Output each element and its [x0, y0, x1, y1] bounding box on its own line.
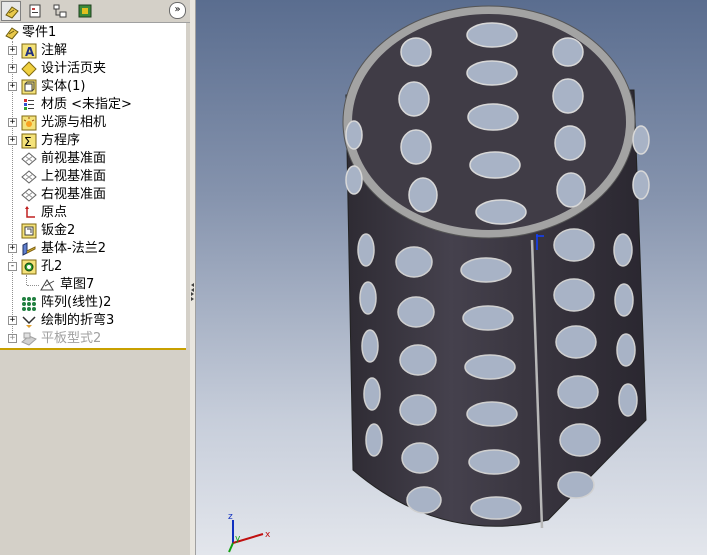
collapse-toggle[interactable]: -: [8, 262, 17, 271]
tree-item-label: 阵列(线性)2: [41, 295, 112, 310]
sketched-bend-icon: [22, 316, 36, 328]
tree-item-label: 右视基准面: [41, 187, 107, 202]
expand-toggle[interactable]: +: [8, 136, 17, 145]
tree-item-material[interactable]: 材质 <未指定>: [0, 96, 186, 114]
tree-root-label: 零件1: [22, 25, 57, 40]
expand-toggle[interactable]: +: [8, 82, 17, 91]
graphics-viewport[interactable]: z x y: [196, 0, 707, 555]
expand-toggle[interactable]: +: [8, 334, 17, 343]
lights-cameras-icon: [21, 115, 37, 131]
tree-item-label: 草图7: [60, 277, 95, 292]
hole-cut-icon: [21, 259, 37, 275]
plane-icon: [21, 188, 37, 202]
tree-item-front-plane[interactable]: 前视基准面: [0, 150, 186, 168]
plane-icon: [21, 152, 37, 166]
sketch-icon: [40, 279, 55, 291]
tree-item-label: 原点: [41, 205, 68, 220]
tree-item-label: 孔2: [41, 259, 63, 274]
plane-icon: [21, 170, 37, 184]
expand-toggle[interactable]: +: [8, 46, 17, 55]
axis-triad: z x y: [228, 512, 271, 553]
tree-item-linear-pattern[interactable]: 阵列(线性)2: [0, 294, 186, 312]
tree-item-label: 上视基准面: [41, 169, 107, 184]
tree-item-label: 注解: [41, 43, 68, 58]
expand-toggle[interactable]: +: [8, 244, 17, 253]
tree-item-equations[interactable]: + Σ 方程序: [0, 132, 186, 150]
tree-item-origin[interactable]: 原点: [0, 204, 186, 222]
design-binder-icon: [21, 61, 37, 77]
linear-pattern-icon: [22, 297, 36, 311]
equations-icon: Σ: [21, 133, 37, 149]
tree-item-sketched-bend[interactable]: + 绘制的折弯3: [0, 312, 186, 330]
tree-item-right-plane[interactable]: 右视基准面: [0, 186, 186, 204]
tree-item-label: 方程序: [41, 133, 81, 148]
tree-item-label: 平板型式2: [41, 331, 102, 346]
tree-item-label: 实体(1): [41, 79, 86, 94]
property-manager-tab[interactable]: [25, 1, 45, 21]
display-manager-icon: [78, 4, 92, 18]
property-manager-icon: [29, 4, 41, 18]
solid-bodies-icon: [21, 79, 37, 95]
origin-icon: [25, 206, 35, 218]
expand-toggle[interactable]: +: [8, 118, 17, 127]
tree-item-lights-cameras[interactable]: + 光源与相机: [0, 114, 186, 132]
tree-item-sheet-metal[interactable]: 钣金2: [0, 222, 186, 240]
expand-panel-button[interactable]: »: [169, 2, 186, 19]
feature-manager-panel: » 零件1 + A 注解 + 设计活页夹 + 实体(1) 材质 <未指定> + …: [0, 0, 191, 555]
tree-item-label: 光源与相机: [41, 115, 107, 130]
svg-text:A: A: [25, 45, 35, 59]
panel-empty-area: [0, 350, 186, 555]
sheet-metal-icon: [21, 223, 37, 239]
display-manager-tab[interactable]: [75, 1, 95, 21]
tree-item-top-plane[interactable]: 上视基准面: [0, 168, 186, 186]
tree-item-solid-bodies[interactable]: + 实体(1): [0, 78, 186, 96]
expand-toggle[interactable]: +: [8, 316, 17, 325]
svg-text:Σ: Σ: [24, 135, 32, 149]
tree-item-label: 前视基准面: [41, 151, 107, 166]
tree-item-flat-pattern[interactable]: + 平板型式2: [0, 330, 186, 348]
annotations-icon: A: [21, 43, 37, 59]
tree-item-annotations[interactable]: + A 注解: [0, 42, 186, 60]
tree-item-label: 设计活页夹: [41, 61, 107, 76]
triad-x-label: x: [265, 530, 271, 540]
manager-tabs-toolbar: »: [0, 0, 190, 23]
material-icon: [24, 99, 34, 110]
tree-item-design-binder[interactable]: + 设计活页夹: [0, 60, 186, 78]
feature-tree: 零件1 + A 注解 + 设计活页夹 + 实体(1) 材质 <未指定> + 光源…: [0, 23, 186, 350]
tree-item-base-flange[interactable]: + 基体-法兰2: [0, 240, 186, 258]
flat-pattern-icon: [21, 332, 37, 346]
tree-root[interactable]: 零件1: [0, 24, 186, 42]
base-flange-icon: [22, 242, 36, 256]
triad-y-label: y: [235, 534, 241, 544]
feature-manager-icon: [5, 6, 19, 19]
tree-item-label: 钣金2: [41, 223, 76, 238]
perforated-cylinder-model[interactable]: [196, 0, 707, 555]
triad-z-label: z: [228, 512, 233, 522]
tree-item-hole[interactable]: - 孔2: [0, 258, 186, 276]
tree-item-sketch[interactable]: 草图7: [0, 276, 186, 294]
expand-toggle[interactable]: +: [8, 64, 17, 73]
tree-item-label: 材质 <未指定>: [41, 97, 132, 112]
tree-item-label: 基体-法兰2: [41, 241, 106, 256]
part-icon: [5, 27, 19, 40]
splitter-grip-icon[interactable]: [191, 283, 195, 301]
feature-manager-tab[interactable]: [1, 1, 21, 21]
tree-item-label: 绘制的折弯3: [41, 313, 115, 328]
configuration-manager-tab[interactable]: [50, 1, 70, 21]
configuration-manager-icon: [53, 4, 67, 18]
